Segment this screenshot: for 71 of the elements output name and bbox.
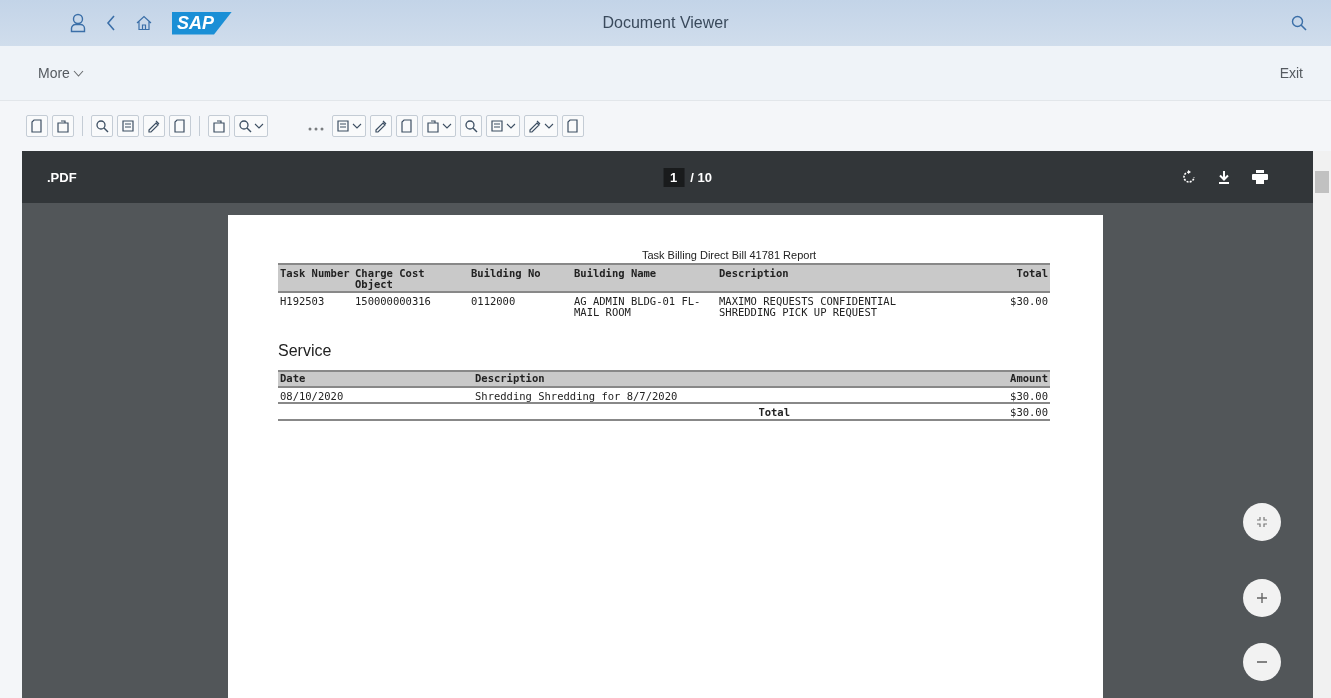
list-icon	[121, 119, 135, 133]
plus-icon	[1256, 592, 1268, 604]
print-icon[interactable]	[1252, 170, 1268, 184]
search-icon	[464, 119, 478, 133]
back-icon[interactable]	[106, 15, 116, 31]
column-header: Total	[917, 263, 1050, 293]
table-cell: 08/10/2020	[278, 387, 473, 404]
report-title: Task Billing Direct Bill 41781 Report	[640, 249, 818, 261]
overflow-icon[interactable]	[308, 127, 324, 131]
column-header: Description	[717, 263, 917, 293]
page-count: / 10	[690, 169, 712, 185]
clipboard-icon	[426, 119, 440, 133]
toolbar-button[interactable]	[460, 115, 482, 137]
column-header: Building No	[469, 263, 572, 293]
fit-page-button[interactable]	[1243, 503, 1281, 541]
column-header: Description	[473, 370, 960, 388]
table-cell: $30.00	[960, 387, 1050, 404]
file-label: .PDF	[47, 169, 77, 185]
zoom-in-button[interactable]	[1243, 579, 1281, 617]
column-header: Building Name	[572, 263, 717, 293]
more-menu[interactable]: More	[38, 63, 84, 83]
caret-icon	[506, 123, 516, 129]
toolbar-button[interactable]	[143, 115, 165, 137]
document-icon	[173, 119, 187, 133]
clipboard-icon	[212, 119, 226, 133]
column-header: Charge Cost Object	[353, 263, 469, 293]
column-header: Date	[278, 370, 473, 388]
toolbar-button[interactable]	[524, 115, 558, 137]
page-number-field[interactable]: 1	[663, 167, 685, 187]
toolbar-button[interactable]	[370, 115, 392, 137]
rotate-icon[interactable]	[1182, 170, 1196, 184]
pencil-icon	[147, 119, 161, 133]
clipboard-icon	[56, 119, 70, 133]
toolbar-button[interactable]	[234, 115, 268, 137]
column-header: Amount	[960, 370, 1050, 388]
table-cell: Shredding Shredding for 8/7/2020	[473, 387, 960, 404]
pencil-icon	[528, 119, 542, 133]
caret-icon	[544, 123, 554, 129]
document-icon	[400, 119, 414, 133]
caret-icon	[72, 69, 84, 77]
section-heading: Service	[278, 342, 333, 360]
caret-icon	[352, 123, 362, 129]
logo[interactable]: SAP	[172, 11, 232, 35]
home-icon[interactable]	[136, 15, 152, 31]
caret-icon	[442, 123, 452, 129]
user-icon[interactable]	[70, 13, 86, 33]
table-cell-text: AG ADMIN BLDG-01 FL- MAIL ROOM	[573, 294, 702, 318]
search-icon	[95, 119, 109, 133]
table-cell-text: 0112000	[470, 294, 517, 309]
list-icon	[336, 119, 350, 133]
table-cell-text: H192503	[279, 294, 326, 309]
toolbar-button[interactable]	[91, 115, 113, 137]
download-icon[interactable]	[1218, 170, 1230, 184]
search-icon	[238, 119, 252, 133]
table-cell-text: $30.00	[1009, 294, 1049, 309]
document-icon	[30, 119, 44, 133]
document-icon	[566, 119, 580, 133]
table-cell-text: MAXIMO REQUESTS CONFIDENTIAL SHREDDING PICK UP REQUEST	[718, 294, 897, 318]
window-title: Document Viewer	[602, 14, 729, 32]
total-value: $30.00	[960, 404, 1050, 421]
scrollbar[interactable]	[1313, 151, 1331, 698]
exit-button[interactable]: Exit	[1279, 63, 1303, 83]
zoom-out-button[interactable]	[1243, 643, 1281, 681]
caret-icon	[254, 123, 264, 129]
collapse-icon	[1256, 516, 1268, 528]
column-header: Task Number	[278, 263, 353, 293]
table-cell-text: 150000000316	[354, 294, 432, 309]
search-icon[interactable]	[1291, 15, 1307, 31]
list-icon	[490, 119, 504, 133]
pencil-icon	[374, 119, 388, 133]
total-label: Total	[473, 404, 960, 421]
